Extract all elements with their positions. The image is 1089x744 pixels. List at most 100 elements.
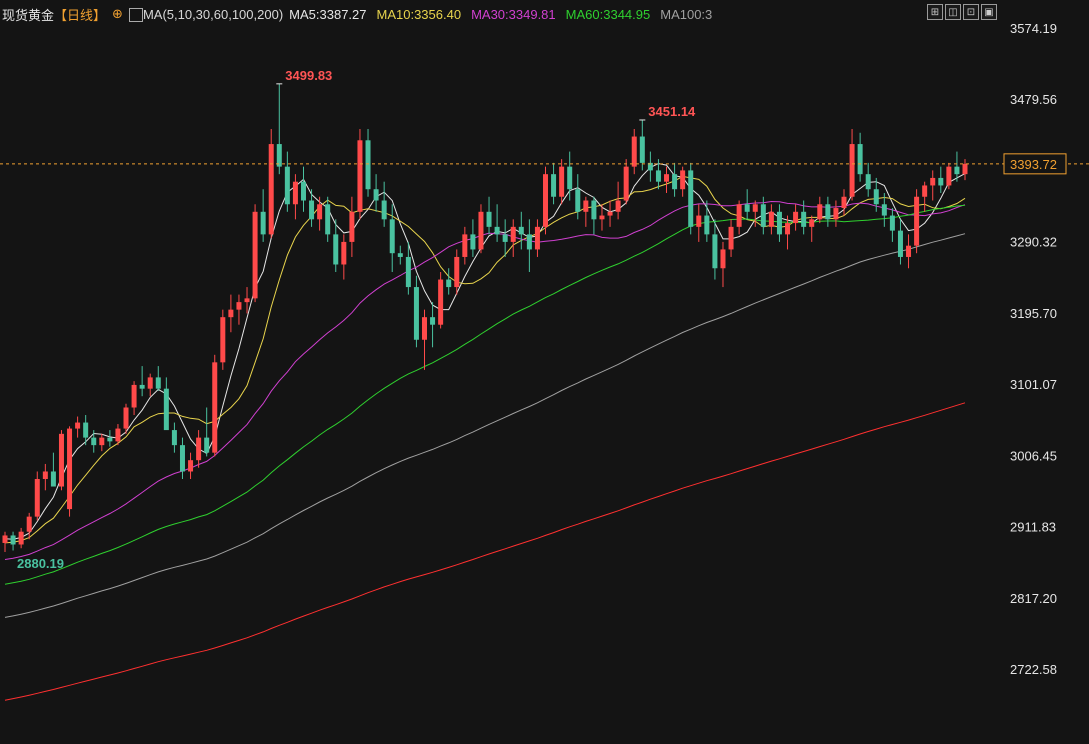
candle-body (131, 384, 137, 408)
candle-body (446, 279, 452, 288)
candle-body (591, 200, 597, 220)
candle-body (801, 211, 807, 227)
candle-body (543, 174, 549, 227)
y-tick-label: 2911.83 (1010, 520, 1056, 535)
ma-label[interactable]: MA(5,10,30,60,100,200) (143, 7, 283, 22)
candlestick-chart[interactable]: 3393.72 3499.83 3451.14 2880.19 3574.19 3479… (0, 0, 1089, 744)
candle-body (196, 437, 202, 461)
candle-body (163, 388, 169, 431)
period-label[interactable]: 【日线】 (54, 5, 106, 24)
candle-body (10, 535, 16, 545)
ma-values: MA5:3387.27 MA10:3356.40 MA30:3349.81 MA60:… (289, 7, 722, 22)
ma5-line (4, 163, 966, 540)
candle-body (292, 181, 298, 205)
y-tick-label: 3101.07 (1010, 377, 1057, 392)
candle-body (631, 136, 637, 167)
candle-body (575, 189, 581, 212)
price-annotations: 3393.72 3499.83 3451.14 2880.19 (0, 68, 1089, 571)
candle-body (502, 234, 508, 242)
candle-body (365, 140, 371, 190)
current-price-label: 3393.72 (1010, 157, 1057, 172)
candle-body (99, 437, 105, 446)
candle-body (672, 174, 678, 190)
candle-body (849, 144, 855, 197)
candle-body (857, 144, 863, 175)
candle-body (873, 189, 879, 205)
candle-body (2, 535, 8, 543)
candle-body (228, 309, 234, 318)
candle-body (438, 279, 444, 325)
candle-body (664, 174, 670, 182)
candle-body (744, 204, 750, 212)
candle-body (736, 204, 742, 227)
candle-body (478, 211, 484, 250)
fullscreen-icon[interactable]: ⊡ (963, 4, 979, 20)
ma100-line (4, 233, 966, 618)
candle-body (260, 211, 266, 235)
candle-body (309, 200, 315, 220)
candle-body (696, 215, 702, 227)
candle-body (680, 170, 686, 190)
add-indicator-icon[interactable]: ⊕ (112, 6, 123, 22)
candle-body (776, 211, 782, 235)
candle-body (50, 471, 56, 487)
candle-body (389, 219, 395, 254)
candle-body (171, 430, 177, 446)
candle-body (768, 211, 774, 227)
candle-body (397, 253, 403, 257)
price-axis: 3574.19 3479.56 3290.32 3195.70 3101.07 3006.… (1010, 21, 1057, 677)
candle-body (510, 226, 516, 242)
candle-body (655, 170, 661, 182)
candle-body (325, 204, 331, 235)
candle-body (107, 437, 113, 442)
candle-body (785, 223, 791, 235)
candles (2, 83, 968, 553)
candle-body (518, 226, 524, 235)
candle-body (341, 241, 347, 265)
candle-body (494, 226, 500, 235)
crosshair-icon[interactable]: ⊞ (927, 4, 943, 20)
candle-body (551, 174, 557, 197)
candle-body (34, 479, 40, 517)
candle-body (728, 226, 734, 250)
candle-body (26, 516, 32, 532)
ma60-line (4, 204, 966, 585)
layout-icon[interactable]: ◫ (945, 4, 961, 20)
candle-body (930, 177, 936, 186)
candle-body (179, 445, 185, 472)
candle-body (793, 211, 799, 224)
high-label: 3499.83 (285, 68, 332, 83)
candle-body (252, 211, 258, 299)
candle-body (333, 234, 339, 265)
candle-body (615, 200, 621, 212)
y-tick-label: 2722.58 (1010, 662, 1057, 677)
ma-value-4: MA100:3 (660, 6, 713, 22)
candle-body (317, 204, 323, 220)
candle-body (825, 204, 831, 220)
settings-icon[interactable]: ▣ (981, 4, 997, 20)
candle-body (962, 163, 968, 175)
candle-body (83, 422, 89, 438)
candle-body (534, 226, 540, 250)
ma-settings-icon[interactable] (128, 8, 143, 22)
candle-body (268, 144, 274, 235)
candle-body (817, 204, 823, 220)
chart-window: 3393.72 3499.83 3451.14 2880.19 3574.19 3479… (0, 0, 1089, 744)
candle-body (559, 166, 565, 197)
candle-body (486, 211, 492, 227)
candle-body (244, 298, 250, 303)
y-tick-label: 3195.70 (1010, 306, 1057, 321)
candle-body (139, 384, 145, 389)
candle-body (623, 166, 629, 201)
candle-body (67, 428, 73, 510)
candle-body (470, 234, 476, 250)
instrument-title[interactable]: 现货黄金 (2, 5, 54, 24)
candle-body (454, 256, 460, 288)
candle-body (760, 204, 766, 227)
chart-toolbar: ⊞ ◫ ⊡ ▣ (927, 4, 997, 20)
ma-value-0: MA5:3387.27 (289, 6, 367, 22)
y-tick-label: 3006.45 (1010, 448, 1057, 463)
candle-body (922, 185, 928, 197)
ma-value-2: MA30:3349.81 (471, 6, 556, 22)
candle-body (58, 433, 64, 487)
